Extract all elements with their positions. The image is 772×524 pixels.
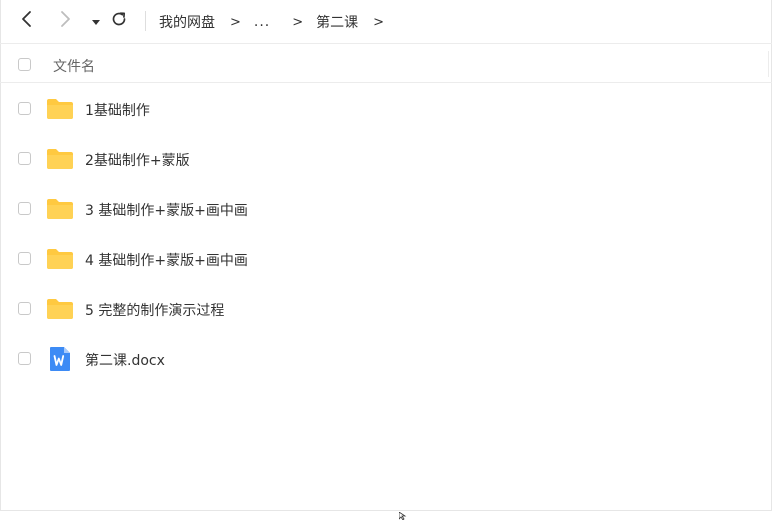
history-dropdown-button[interactable] <box>85 10 107 32</box>
column-divider[interactable] <box>768 51 769 77</box>
row-checkbox[interactable] <box>18 152 31 165</box>
file-name[interactable]: 2基础制作+蒙版 <box>85 150 190 170</box>
breadcrumb-separator: > <box>230 14 241 30</box>
file-list-header: 文件名 <box>0 45 772 83</box>
row-checkbox[interactable] <box>18 302 31 315</box>
folder-icon <box>46 297 74 321</box>
folder-icon <box>46 197 74 221</box>
file-row[interactable]: 4 基础制作+蒙版+画中画 <box>0 234 772 284</box>
file-name[interactable]: 4 基础制作+蒙版+画中画 <box>85 250 248 270</box>
forward-arrow-icon <box>58 10 72 32</box>
breadcrumb: 我的网盘 > ... > 第二课 > <box>159 12 397 32</box>
breadcrumb-separator: > <box>373 14 385 30</box>
row-checkbox[interactable] <box>18 252 31 265</box>
select-all-checkbox[interactable] <box>18 58 31 71</box>
folder-icon <box>46 147 74 171</box>
file-row[interactable]: 5 完整的制作演示过程 <box>0 284 772 334</box>
filename-column-header[interactable]: 文件名 <box>53 56 95 76</box>
dropdown-triangle-icon <box>91 12 101 31</box>
breadcrumb-collapsed[interactable]: ... <box>254 14 270 30</box>
file-row[interactable]: 2基础制作+蒙版 <box>0 134 772 184</box>
word-document-icon <box>46 347 74 371</box>
file-name[interactable]: 5 完整的制作演示过程 <box>85 300 224 320</box>
file-row[interactable]: 3 基础制作+蒙版+画中画 <box>0 184 772 234</box>
file-name[interactable]: 第二课.docx <box>85 350 165 370</box>
file-name[interactable]: 3 基础制作+蒙版+画中画 <box>85 200 248 220</box>
row-checkbox[interactable] <box>18 202 31 215</box>
refresh-icon <box>110 10 128 32</box>
file-name[interactable]: 1基础制作 <box>85 100 150 120</box>
forward-button[interactable] <box>54 10 76 32</box>
refresh-button[interactable] <box>108 10 130 32</box>
toolbar-divider <box>145 11 146 31</box>
folder-icon <box>46 97 74 121</box>
toolbar: 我的网盘 > ... > 第二课 > <box>0 0 772 44</box>
breadcrumb-separator: > <box>292 14 304 30</box>
folder-icon <box>46 247 74 271</box>
back-button[interactable] <box>16 10 38 32</box>
file-row[interactable]: 第二课.docx <box>0 334 772 384</box>
breadcrumb-current[interactable]: 第二课 <box>316 12 358 32</box>
row-checkbox[interactable] <box>18 352 31 365</box>
breadcrumb-root[interactable]: 我的网盘 <box>159 12 215 32</box>
row-checkbox[interactable] <box>18 102 31 115</box>
file-row[interactable]: 1基础制作 <box>0 84 772 134</box>
back-arrow-icon <box>20 10 34 32</box>
